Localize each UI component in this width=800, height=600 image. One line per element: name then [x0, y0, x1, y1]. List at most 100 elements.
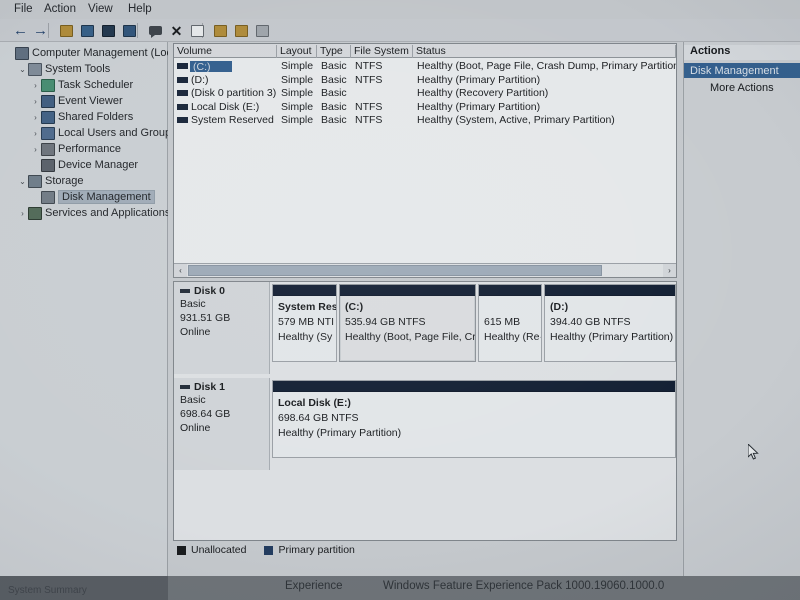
find-folder-icon[interactable] [233, 22, 250, 39]
table-row[interactable]: Local Disk (E:) Simple Basic NTFS Healthy (P… [174, 101, 676, 114]
cell-volume: System Reserved [191, 114, 274, 127]
actions-pane-title: Actions [684, 45, 800, 60]
window-list-icon[interactable] [254, 22, 271, 39]
chevron-right-icon[interactable]: › [17, 209, 28, 218]
show-hide-tree-icon[interactable] [79, 22, 96, 39]
sidebar-item-device-manager[interactable]: Device Manager [0, 157, 167, 173]
menu-file[interactable]: File [14, 3, 33, 15]
shared-folders-icon [41, 110, 55, 124]
sidebar-item-storage[interactable]: ⌄ Storage [0, 173, 167, 189]
menu-bar: File Action View Help [0, 0, 800, 19]
cell-filesystem: NTFS [355, 114, 383, 127]
sidebar-item-services-and-applications[interactable]: › Services and Applications [0, 205, 170, 221]
partition-block[interactable]: 615 MB Healthy (Re· [478, 284, 542, 362]
chevron-down-icon[interactable]: ⌄ [17, 65, 28, 74]
sidebar-item-shared-folders[interactable]: › Shared Folders [0, 109, 167, 125]
partition-labels: Local Disk (E:) 698.64 GB NTFS Healthy (Pr… [273, 392, 675, 439]
scroll-left-arrow[interactable]: ‹ [174, 264, 187, 277]
partition-block[interactable]: Local Disk (E:) 698.64 GB NTFS Healthy (Pr… [272, 380, 676, 458]
column-header-layout[interactable]: Layout [277, 45, 317, 58]
cell-layout: Simple [281, 73, 314, 86]
sidebar-item-system-tools[interactable]: ⌄ System Tools [0, 61, 167, 77]
partition-label: (D:) [550, 301, 569, 313]
menu-help[interactable]: Help [128, 3, 152, 15]
sidebar-item-disk-management[interactable]: Disk Management [0, 189, 167, 205]
partition-color-bar [545, 285, 675, 296]
column-header-status[interactable]: Status [413, 45, 676, 58]
column-header-file-system[interactable]: File System [351, 45, 413, 58]
partition-labels: (D:) 394.40 GB NTFS Healthy (Primary Parti… [545, 296, 675, 343]
column-header-type[interactable]: Type [317, 45, 351, 58]
partition-size: 579 MB NTI [278, 316, 335, 328]
partition-status: Healthy (Primary Partition) [278, 427, 402, 439]
chevron-right-icon[interactable]: › [30, 145, 41, 154]
chevron-down-icon[interactable]: ⌄ [17, 177, 28, 186]
new-folder-icon[interactable] [212, 22, 229, 39]
cell-type: Basic [321, 100, 347, 113]
volume-list-hscrollbar[interactable]: ‹ › [174, 263, 676, 277]
table-row[interactable]: (Disk 0 partition 3) Simple Basic Healthy (… [174, 87, 676, 100]
chevron-right-icon[interactable]: › [30, 129, 41, 138]
disk-collapse-icon[interactable] [180, 289, 190, 293]
partition-block[interactable]: (C:) 535.94 GB NTFS Healthy (Boot, Page Fi… [339, 284, 476, 362]
legend-label: Primary partition [278, 544, 355, 556]
task-scheduler-icon [41, 78, 55, 92]
delete-icon[interactable]: ✕ [168, 22, 185, 39]
partition-size: 615 MB [484, 316, 521, 328]
cell-filesystem: NTFS [355, 73, 383, 86]
partition-size: 394.40 GB NTFS [550, 316, 631, 328]
cell-layout: Simple [281, 60, 314, 72]
disk-capacity: 931.51 GB [180, 312, 231, 324]
disk-0-info[interactable]: Disk 0 Basic 931.51 GB Online [174, 282, 270, 374]
sidebar-item-event-viewer[interactable]: › Event Viewer [0, 93, 167, 109]
partition-block[interactable]: (D:) 394.40 GB NTFS Healthy (Primary Parti… [544, 284, 676, 362]
chevron-right-icon[interactable]: › [30, 113, 41, 122]
table-row[interactable]: (D:) Simple Basic NTFS Healthy (Primary Part… [174, 74, 676, 87]
cell-status: Healthy (Primary Partition) [417, 100, 541, 113]
scroll-right-arrow[interactable]: › [663, 264, 676, 277]
menu-action[interactable]: Action [44, 3, 76, 15]
cell-status: Healthy (Primary Partition) [417, 73, 541, 86]
cell-layout: Simple [281, 114, 314, 127]
chevron-right-icon[interactable]: › [30, 97, 41, 106]
menu-view[interactable]: View [88, 3, 113, 15]
sidebar-item-computer-management-local[interactable]: Computer Management (Local) [0, 45, 184, 61]
partition-labels: 615 MB Healthy (Re· [479, 296, 541, 343]
column-header-volume[interactable]: Volume [174, 45, 277, 58]
partition-color-bar [479, 285, 541, 296]
partition-size: 535.94 GB NTFS [345, 316, 426, 328]
cell-volume: (C:) [190, 61, 232, 72]
sidebar-item-performance[interactable]: › Performance [0, 141, 167, 157]
sidebar-item-local-users-and-groups[interactable]: › Local Users and Groups [0, 125, 177, 141]
actions-pane: Actions Disk Management More Actions [683, 42, 800, 576]
disk-collapse-icon[interactable] [180, 385, 190, 389]
help-balloon-icon[interactable] [147, 22, 164, 39]
table-row[interactable]: System Reserved Simple Basic NTFS Healthy (S… [174, 114, 676, 127]
disk-1-info[interactable]: Disk 1 Basic 698.64 GB Online [174, 378, 270, 470]
cell-volume: (Disk 0 partition 3) [191, 87, 277, 100]
hscrollbar-thumb[interactable] [188, 265, 602, 276]
forward-icon[interactable]: → [32, 22, 49, 39]
partition-status: Healthy (Primary Partition) [550, 331, 674, 343]
services-icon [28, 206, 42, 220]
graphical-disk-view[interactable]: Disk 0 Basic 931.51 GB Online System Res 579 … [173, 281, 677, 541]
action-item-more-actions[interactable]: More Actions [684, 80, 800, 95]
storage-icon [28, 174, 42, 188]
show-hide-console-icon[interactable] [121, 22, 138, 39]
partition-block[interactable]: System Res 579 MB NTI Healthy (Sy [272, 284, 337, 362]
computer-management-window: File Action View Help ← → ✕ Computer Manageme… [0, 0, 800, 600]
checkbox-icon[interactable] [189, 22, 206, 39]
sidebar-item-task-scheduler[interactable]: › Task Scheduler [0, 77, 167, 93]
system-tools-icon [28, 62, 42, 76]
table-row[interactable]: (C:) Simple Basic NTFS Healthy (Boot, Page F… [174, 60, 676, 73]
partition-label [484, 301, 537, 313]
cell-volume: (D:) [191, 73, 209, 86]
back-icon[interactable]: ← [12, 22, 29, 39]
properties-icon[interactable] [100, 22, 117, 39]
console-tree[interactable]: Computer Management (Local) ⌄ System Tools… [0, 42, 184, 576]
up-one-level-icon[interactable] [58, 22, 75, 39]
chevron-right-icon[interactable]: › [30, 81, 41, 90]
volume-list[interactable]: Volume Layout Type File System Status (C:) Si… [173, 43, 677, 278]
action-item-disk-management[interactable]: Disk Management [684, 63, 800, 78]
volume-list-header: Volume Layout Type File System Status [174, 44, 676, 58]
